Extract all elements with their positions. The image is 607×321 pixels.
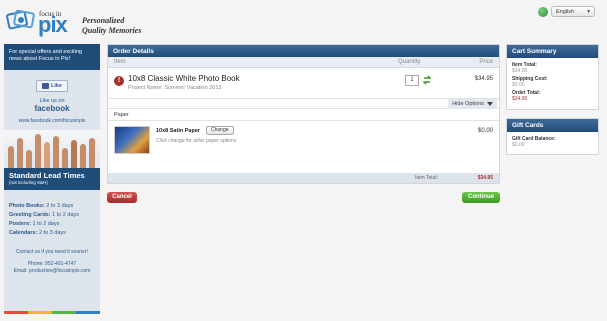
paper-hint: Click change for other paper options <box>156 138 237 144</box>
lead-times-list: Photo Books: 2 to 3 days Greeting Cards:… <box>4 190 100 238</box>
item-total-label: Item Total: <box>415 175 438 181</box>
cart-summary-box: Cart Summary Item Total: $34.95 Shipping… <box>506 44 599 110</box>
hands-banner-image <box>4 130 100 168</box>
col-item: Item <box>114 59 126 65</box>
order-details-panel: Order Details Item Quantity Price ! 10x8… <box>107 44 500 184</box>
item-total-row: Item Total: $34.95 <box>108 173 499 183</box>
logo-pix-text: pix <box>38 12 68 37</box>
logo-tagline-2: Quality Memories <box>82 26 142 35</box>
gift-balance-value: $0.00 <box>512 142 525 148</box>
continue-button[interactable]: Continue <box>462 192 500 203</box>
col-quantity: Quantity <box>398 59 421 65</box>
quantity-input[interactable]: 1 <box>405 75 419 86</box>
camera-logo-icon <box>6 9 35 30</box>
refresh-icon[interactable] <box>423 75 431 85</box>
gift-cards-body: Gift Card Balance: $0.00 <box>507 132 598 154</box>
order-item-row: ! 10x8 Classic White Photo Book Project … <box>108 68 499 99</box>
lead-times-header: Standard Lead Times (not including S&H) <box>4 168 100 190</box>
item-title[interactable]: 10x8 Classic White Photo Book <box>128 74 240 83</box>
lead-times-subtitle: (not including S&H) <box>9 180 48 185</box>
order-table-header: Item Quantity Price <box>108 57 499 68</box>
cart-summary-title: Cart Summary <box>507 45 598 58</box>
like-label: Like <box>50 83 62 89</box>
alert-icon: ! <box>114 76 124 86</box>
contact-phone: Phone: 952-491-4747 <box>27 261 77 267</box>
paper-thumbnail <box>114 126 150 154</box>
facebook-like-area: Like Like us on facebook www.facebook.co… <box>4 70 100 124</box>
logo-tagline-1: Personalized <box>82 16 125 25</box>
contact-link[interactable]: Contact us if you need it sooner! <box>9 249 95 256</box>
site-logo[interactable]: focus in pix Personalized Quality Memori… <box>6 6 156 36</box>
triangle-down-icon <box>487 102 493 106</box>
language-select[interactable]: English ▾ <box>551 6 595 17</box>
paper-name: 10x8 Satin Paper <box>156 128 201 134</box>
cart-summary-body: Item Total: $34.95 Shipping Cost: $0.00 … <box>507 58 598 108</box>
lead-time-item: Posters: 1 to 2 days <box>9 221 60 227</box>
language-value: English <box>556 8 575 15</box>
lead-times-title: Standard Lead Times <box>9 171 85 180</box>
cart-order-total-value: $34.95 <box>512 96 528 102</box>
cart-item-total-value: $34.95 <box>512 68 528 74</box>
lead-time-item: Photo Books: 2 to 3 days <box>9 203 74 209</box>
item-price: $34.95 <box>474 76 493 82</box>
promo-banner: For special offers and exciting news abo… <box>4 44 100 70</box>
thumbs-up-icon <box>41 83 49 89</box>
hide-options-button[interactable]: Hide Options <box>448 99 497 109</box>
facebook-wordmark: facebook <box>34 104 70 113</box>
chevron-down-icon: ▾ <box>587 8 590 15</box>
cancel-button[interactable]: Cancel <box>107 192 137 203</box>
contact-info: Contact us if you need it sooner! Phone:… <box>4 238 100 275</box>
lead-time-item: Calendars: 2 to 3 days <box>9 230 66 236</box>
gift-cards-title: Gift Cards <box>507 119 598 132</box>
paper-section-label: Paper <box>108 109 499 121</box>
item-total-value: $34.95 <box>477 175 493 181</box>
cart-shipping-value: $0.00 <box>512 82 525 88</box>
order-details-title: Order Details <box>108 45 499 57</box>
change-paper-button[interactable]: Change <box>206 126 234 135</box>
paper-option-row: 10x8 Satin Paper Change Click change for… <box>108 121 499 159</box>
paper-price: $0.00 <box>477 128 493 134</box>
col-price: Price <box>479 59 493 65</box>
contact-email[interactable]: Email: production@focusinpix.com <box>9 268 95 275</box>
options-toggle-row: Hide Options <box>108 99 499 109</box>
sidebar: For special offers and exciting news abo… <box>4 44 100 314</box>
facebook-url-link[interactable]: www.facebook.com/focusinpix <box>4 118 100 124</box>
color-stripe <box>4 311 100 314</box>
hide-options-label: Hide Options <box>452 101 484 107</box>
facebook-like-button[interactable]: Like <box>35 80 68 92</box>
lead-time-item: Greeting Cards: 1 to 2 days <box>9 212 80 218</box>
item-project-name: Project Name: Summer Vacation 2013 <box>128 85 222 91</box>
language-picker: English ▾ <box>538 6 595 17</box>
gift-cards-box: Gift Cards Gift Card Balance: $0.00 <box>506 118 599 155</box>
globe-icon <box>538 6 548 17</box>
